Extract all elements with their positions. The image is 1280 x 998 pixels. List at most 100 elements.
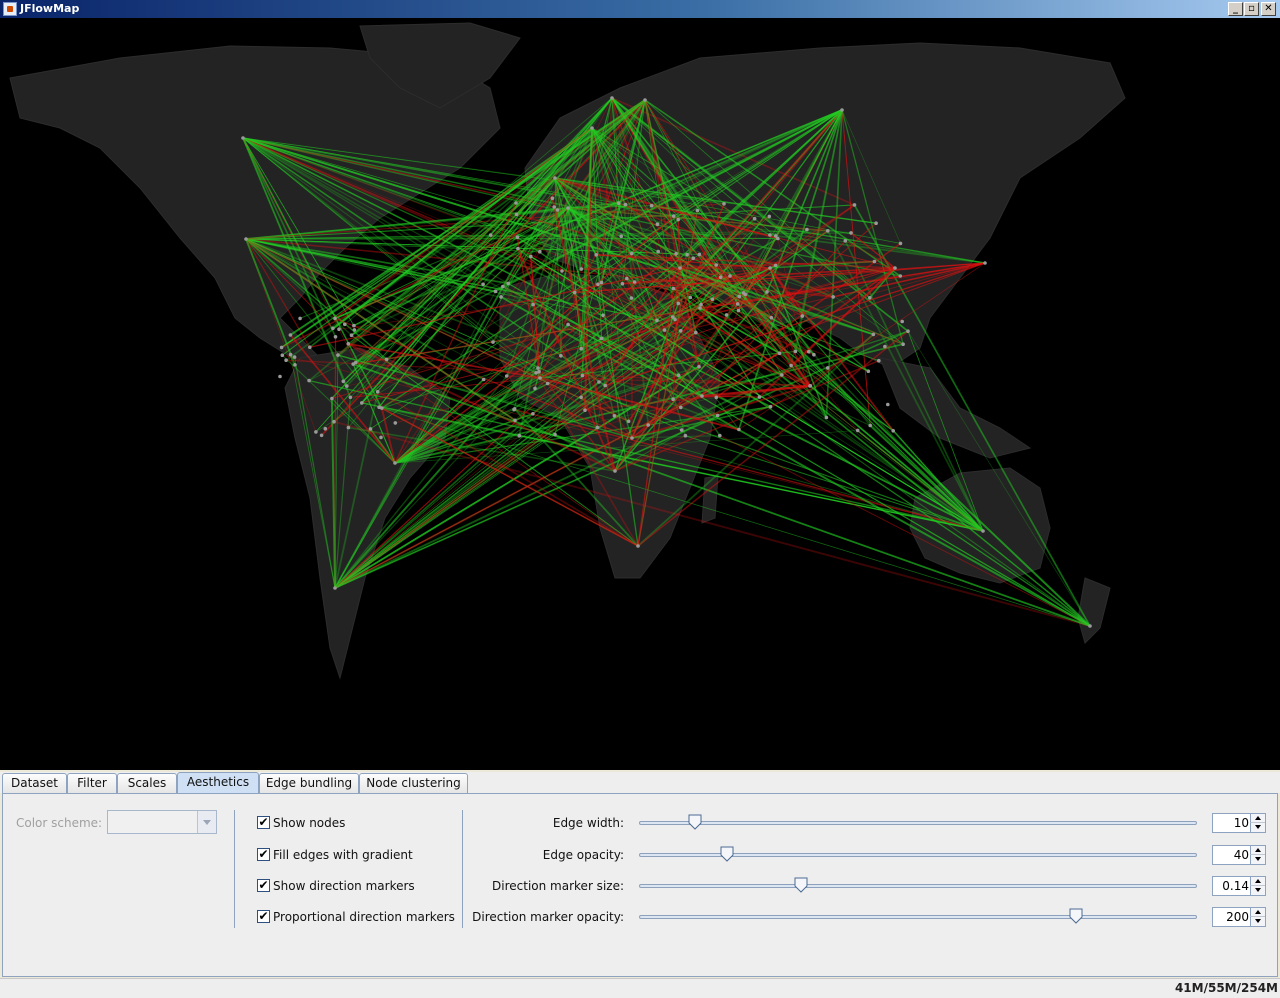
flow-node[interactable] [552, 205, 556, 209]
spinner-up-icon[interactable] [1250, 846, 1265, 855]
close-button[interactable]: ✕ [1261, 2, 1276, 16]
flow-node[interactable] [671, 397, 675, 402]
flow-node[interactable] [855, 428, 860, 433]
flow-node[interactable] [632, 280, 637, 284]
flow-node[interactable] [330, 396, 334, 401]
flow-node[interactable] [337, 327, 341, 332]
flow-node[interactable] [826, 229, 830, 233]
slider-thumb[interactable] [794, 877, 808, 893]
edge-opacity-spinner[interactable]: 40 [1212, 845, 1266, 865]
flow-node[interactable] [625, 276, 629, 281]
flow-node[interactable] [768, 233, 772, 237]
flow-node[interactable] [488, 233, 493, 237]
flow-node[interactable] [812, 352, 816, 357]
proportional-direction-markers-checkbox[interactable]: ✔ [257, 910, 270, 923]
flow-node[interactable] [807, 349, 811, 354]
fill-edges-gradient-checkbox[interactable]: ✔ [257, 848, 270, 861]
flow-node[interactable] [288, 333, 293, 337]
spinner-down-icon[interactable] [1250, 823, 1265, 832]
flow-node[interactable] [597, 380, 601, 384]
chevron-down-icon[interactable] [197, 811, 216, 833]
flow-node[interactable] [572, 290, 577, 295]
flow-node[interactable] [678, 329, 683, 333]
flow-node[interactable] [662, 328, 667, 332]
spinner-up-icon[interactable] [1250, 908, 1265, 917]
flow-node[interactable] [898, 274, 903, 278]
flow-node[interactable] [393, 421, 398, 425]
flow-node[interactable] [688, 295, 693, 300]
flow-node[interactable] [284, 358, 288, 363]
flow-node[interactable] [757, 395, 762, 399]
flow-node[interactable] [349, 333, 354, 338]
flow-node[interactable] [333, 335, 338, 339]
flow-node[interactable] [671, 214, 676, 218]
flow-node[interactable] [346, 425, 351, 430]
flow-node[interactable] [481, 282, 485, 287]
flow-node[interactable] [481, 377, 486, 382]
flow-node[interactable] [656, 249, 660, 254]
flow-node[interactable] [579, 395, 583, 400]
flow-node[interactable] [710, 297, 715, 302]
flow-node[interactable] [768, 266, 772, 270]
flow-node[interactable] [293, 363, 297, 367]
flow-node[interactable] [671, 315, 675, 319]
flow-node[interactable] [728, 274, 732, 278]
flow-node[interactable] [983, 261, 987, 265]
flow-node[interactable] [891, 429, 895, 433]
flow-node[interactable] [981, 529, 985, 533]
flow-node[interactable] [840, 108, 844, 112]
direction-marker-size-spinner[interactable]: 0.14 [1212, 876, 1266, 896]
flow-node[interactable] [537, 369, 541, 374]
flow-node[interactable] [722, 202, 726, 206]
flow-node[interactable] [594, 253, 598, 257]
flow-node[interactable] [545, 381, 550, 386]
show-direction-markers-checkbox[interactable]: ✔ [257, 879, 270, 892]
flow-node[interactable] [566, 322, 570, 327]
flow-node[interactable] [655, 222, 660, 226]
flow-node[interactable] [331, 326, 335, 331]
flow-node[interactable] [676, 301, 681, 306]
flow-node[interactable] [346, 342, 351, 346]
tab-scales[interactable]: Scales [117, 773, 177, 794]
flow-node[interactable] [352, 323, 356, 328]
flow-node[interactable] [599, 280, 604, 285]
flow-node[interactable] [695, 208, 700, 213]
flow-node[interactable] [514, 201, 518, 205]
flow-node[interactable] [616, 201, 621, 205]
flow-node[interactable] [737, 294, 742, 299]
flow-node[interactable] [501, 284, 505, 289]
direction-marker-size-value[interactable]: 0.14 [1213, 877, 1251, 895]
flow-node[interactable] [352, 328, 357, 332]
flow-node[interactable] [360, 401, 364, 405]
flow-node[interactable] [805, 227, 809, 232]
flow-node[interactable] [765, 290, 769, 294]
flow-node[interactable] [649, 203, 654, 208]
flow-node[interactable] [718, 275, 723, 280]
direction-marker-opacity-spinner[interactable]: 200 [1212, 907, 1266, 927]
flow-node[interactable] [655, 318, 659, 323]
flow-node[interactable] [596, 282, 600, 287]
direction-marker-opacity-value[interactable]: 200 [1213, 908, 1251, 926]
flow-node[interactable] [380, 406, 384, 410]
flow-node[interactable] [777, 351, 782, 356]
flow-node[interactable] [516, 246, 520, 251]
flow-node[interactable] [343, 322, 347, 327]
flow-node[interactable] [308, 345, 312, 350]
flow-node[interactable] [292, 355, 297, 359]
flow-node[interactable] [620, 282, 625, 286]
flow-node[interactable] [886, 402, 890, 407]
flow-node[interactable] [514, 212, 519, 217]
flow-node[interactable] [700, 394, 704, 398]
flow-node[interactable] [536, 366, 540, 370]
flow-node[interactable] [538, 249, 542, 254]
flow-node[interactable] [504, 374, 509, 378]
flow-node[interactable] [699, 302, 703, 307]
flow-node[interactable] [724, 313, 729, 317]
flow-node[interactable] [868, 296, 872, 300]
flow-node[interactable] [579, 346, 583, 351]
flow-node[interactable] [333, 316, 337, 321]
flow-node[interactable] [241, 136, 245, 140]
flow-node[interactable] [718, 433, 722, 438]
flow-node[interactable] [553, 176, 557, 180]
flow-node[interactable] [555, 208, 560, 212]
